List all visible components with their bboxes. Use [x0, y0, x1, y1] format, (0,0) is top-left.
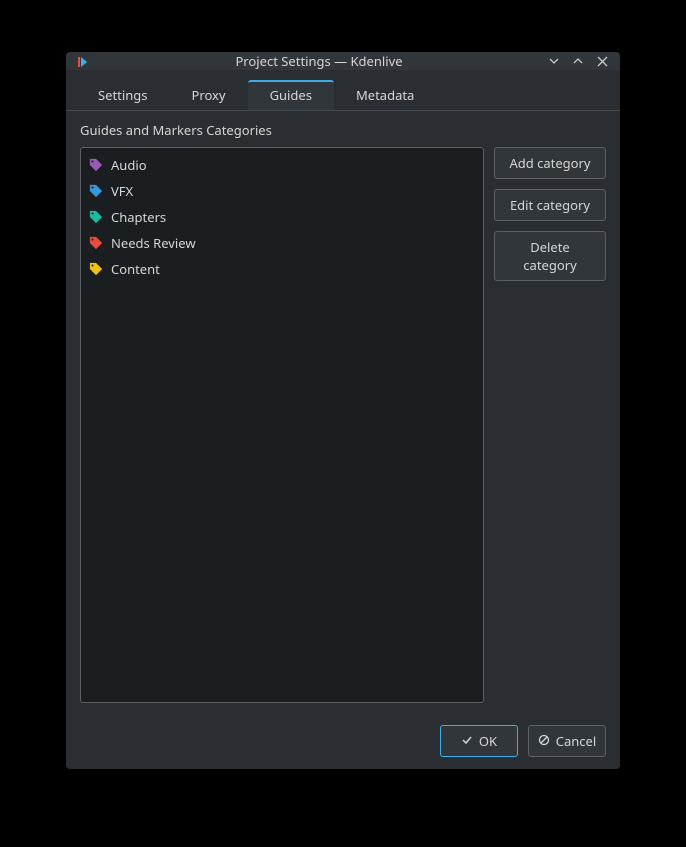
app-icon	[76, 53, 92, 69]
category-label: Content	[111, 260, 160, 278]
titlebar: Project Settings — Kdenlive	[66, 52, 620, 70]
tag-icon	[89, 184, 103, 198]
main-row: Audio VFX Chapters Needs Review Content Add …	[80, 147, 606, 703]
dialog-footer: OK Cancel	[66, 713, 620, 769]
category-item[interactable]: Needs Review	[81, 230, 483, 256]
tab-bar: Settings Proxy Guides Metadata	[66, 70, 620, 111]
category-item[interactable]: Content	[81, 256, 483, 282]
ok-label: OK	[479, 732, 497, 750]
edit-category-button[interactable]: Edit category	[494, 189, 606, 221]
check-icon	[461, 732, 473, 750]
minimize-button[interactable]	[546, 53, 562, 69]
tab-content: Guides and Markers Categories Audio VFX Ch…	[66, 111, 620, 713]
add-category-button[interactable]: Add category	[494, 147, 606, 179]
tag-icon	[89, 210, 103, 224]
cancel-label: Cancel	[556, 732, 596, 750]
tag-icon	[89, 236, 103, 250]
delete-category-button[interactable]: Delete category	[494, 231, 606, 281]
maximize-button[interactable]	[570, 53, 586, 69]
category-label: Needs Review	[111, 234, 196, 252]
tab-settings[interactable]: Settings	[76, 80, 169, 110]
category-label: VFX	[111, 182, 133, 200]
category-item[interactable]: Audio	[81, 152, 483, 178]
tag-icon	[89, 158, 103, 172]
category-list[interactable]: Audio VFX Chapters Needs Review Content	[80, 147, 484, 703]
category-label: Chapters	[111, 208, 166, 226]
side-buttons: Add category Edit category Delete catego…	[494, 147, 606, 703]
section-label: Guides and Markers Categories	[80, 121, 606, 139]
close-button[interactable]	[594, 53, 610, 69]
cancel-button[interactable]: Cancel	[528, 725, 606, 757]
dialog-window: Project Settings — Kdenlive Settings Pro…	[66, 52, 620, 769]
tag-icon	[89, 262, 103, 276]
cancel-icon	[538, 732, 550, 750]
ok-button[interactable]: OK	[440, 725, 518, 757]
titlebar-buttons	[546, 53, 610, 69]
category-item[interactable]: Chapters	[81, 204, 483, 230]
tab-metadata[interactable]: Metadata	[334, 80, 436, 110]
tab-guides[interactable]: Guides	[248, 80, 334, 110]
category-label: Audio	[111, 156, 147, 174]
window-title: Project Settings — Kdenlive	[92, 52, 546, 70]
category-item[interactable]: VFX	[81, 178, 483, 204]
tab-proxy[interactable]: Proxy	[169, 80, 247, 110]
